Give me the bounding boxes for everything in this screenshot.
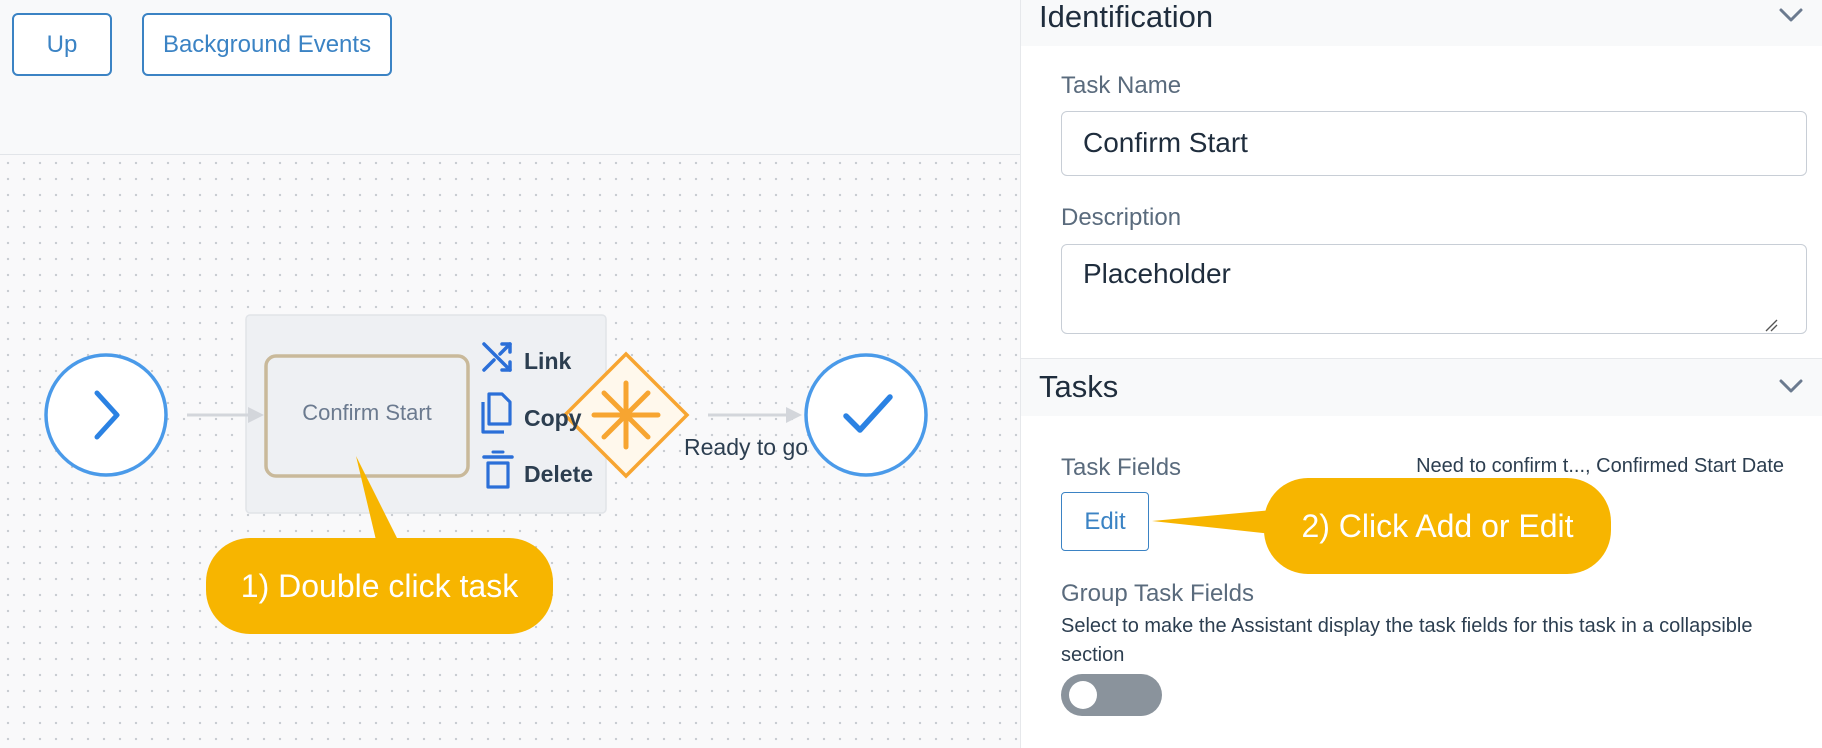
toggle-knob [1069, 681, 1097, 709]
task-name-input[interactable]: Confirm Start [1061, 111, 1807, 176]
group-task-fields-label: Group Task Fields [1061, 580, 1254, 607]
context-menu-copy[interactable]: Copy [524, 405, 582, 432]
context-menu-link[interactable]: Link [524, 348, 571, 375]
diagram-area: Up Background Events Confirm Start Link … [0, 0, 1020, 748]
context-menu-delete[interactable]: Delete [524, 461, 593, 488]
connector-gateway-to-end [708, 407, 802, 423]
connector-start-to-task [187, 407, 264, 423]
tasks-section-header[interactable]: Tasks [1021, 358, 1822, 416]
task-fields-label: Task Fields [1061, 454, 1182, 481]
group-task-fields-description: Select to make the Assistant display the… [1061, 615, 1753, 666]
task-fields-summary: Need to confirm t..., Confirmed Start Da… [1416, 455, 1784, 477]
task-node-label: Confirm Start [302, 400, 432, 425]
tasks-title: Tasks [1039, 369, 1119, 404]
textarea-resize-grip[interactable] [1764, 318, 1778, 332]
task-name-label: Task Name [1061, 72, 1182, 99]
description-textarea[interactable]: Placeholder [1061, 244, 1807, 334]
edit-task-fields-button[interactable]: Edit [1061, 492, 1149, 551]
flow-label: Ready to go [684, 434, 809, 460]
identification-title: Identification [1039, 0, 1214, 34]
properties-panel: Identification Task Name Confirm Start D… [1020, 0, 1822, 748]
chevron-down-icon[interactable] [1777, 2, 1805, 30]
identification-section-header[interactable]: Identification [1021, 0, 1822, 46]
callout-double-click-task: 1) Double click task [206, 538, 553, 634]
callout-click-add-or-edit: 2) Click Add or Edit [1264, 478, 1611, 574]
asterisk-icon [591, 380, 661, 450]
group-task-fields-toggle[interactable] [1061, 674, 1162, 716]
end-event[interactable] [804, 353, 928, 477]
workflow-diagram [44, 314, 928, 540]
chevron-down-icon[interactable] [1777, 373, 1805, 401]
start-event[interactable] [44, 353, 168, 477]
description-label: Description [1061, 204, 1182, 231]
